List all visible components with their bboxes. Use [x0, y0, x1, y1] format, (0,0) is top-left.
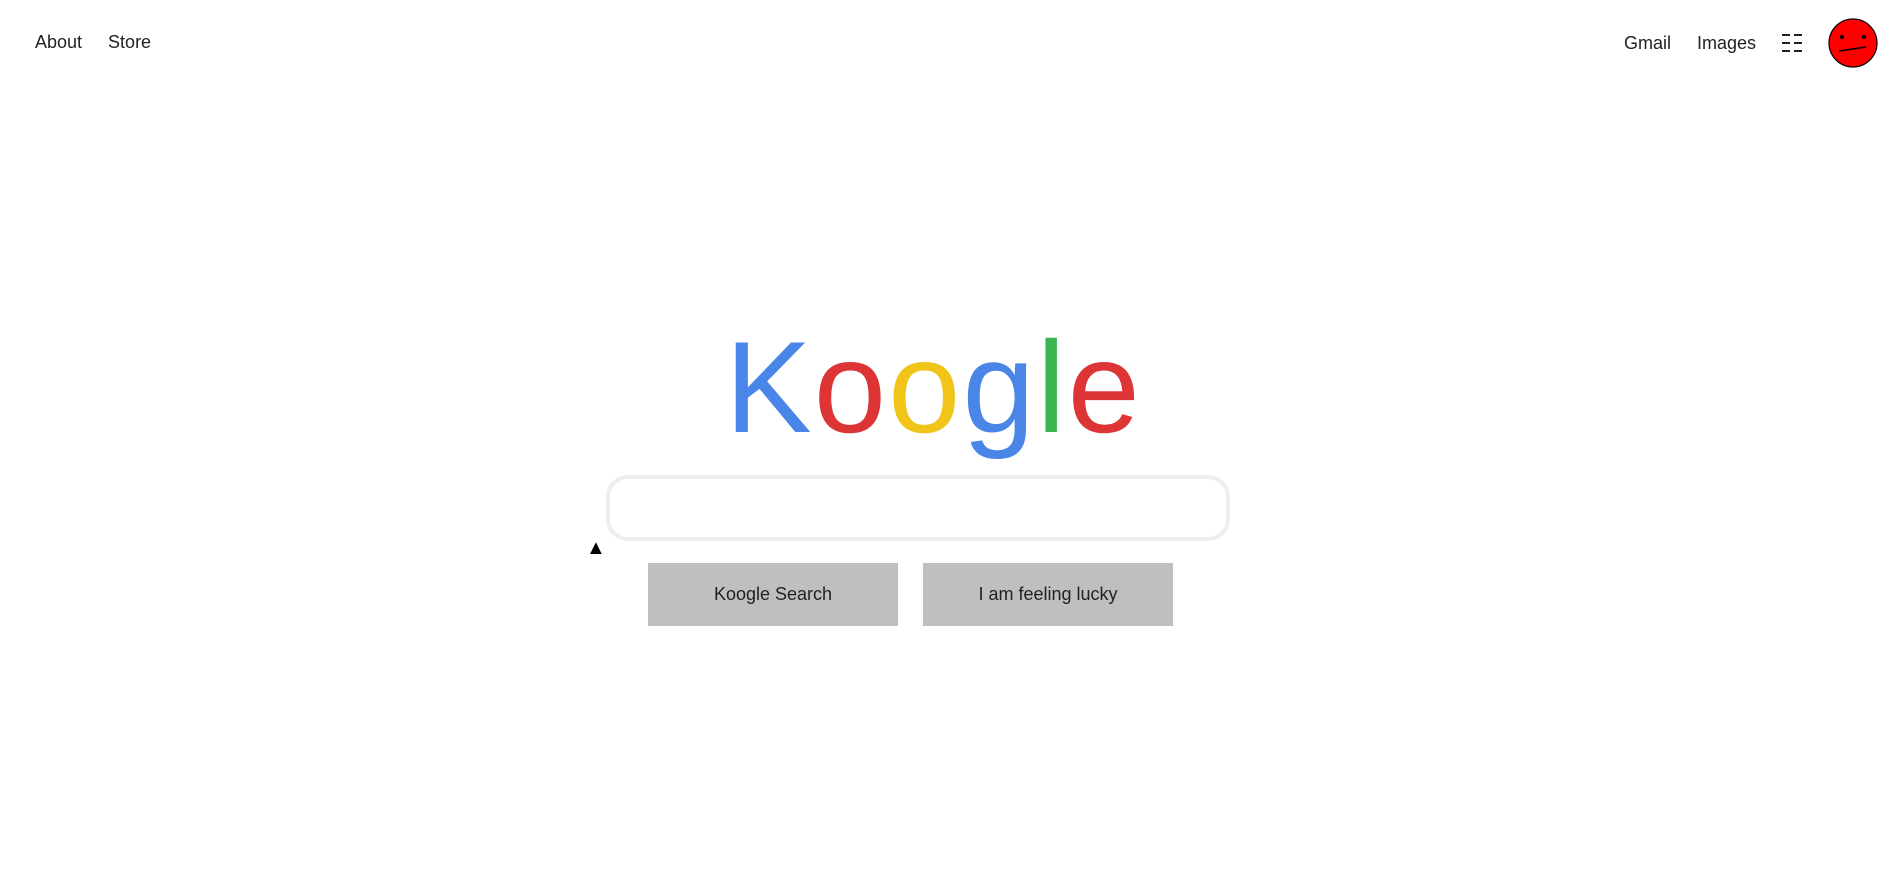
avatar[interactable] [1828, 18, 1878, 68]
koogle-search-button[interactable]: Koogle Search [648, 563, 898, 626]
triangle-up-icon: ▲ [586, 537, 606, 559]
page: About Store Gmail Images Koogle ▲ Koogle… [0, 0, 1885, 878]
feeling-lucky-button[interactable]: I am feeling lucky [923, 563, 1173, 626]
header-left-nav: About Store [35, 30, 151, 54]
logo-letter: K [725, 314, 814, 460]
store-link[interactable]: Store [108, 30, 151, 54]
logo-letter: o [888, 314, 963, 460]
logo-letter: g [962, 314, 1037, 460]
search-input[interactable] [606, 475, 1230, 541]
koogle-logo: Koogle [0, 322, 1876, 452]
gmail-link[interactable]: Gmail [1624, 31, 1671, 55]
logo-letter: e [1067, 314, 1142, 460]
apps-grid-icon[interactable] [1782, 32, 1802, 54]
header-right-nav: Gmail Images [1624, 18, 1878, 68]
logo-letter: o [813, 314, 889, 460]
about-link[interactable]: About [35, 30, 82, 54]
logo-letter: l [1036, 314, 1068, 460]
images-link[interactable]: Images [1697, 31, 1756, 55]
